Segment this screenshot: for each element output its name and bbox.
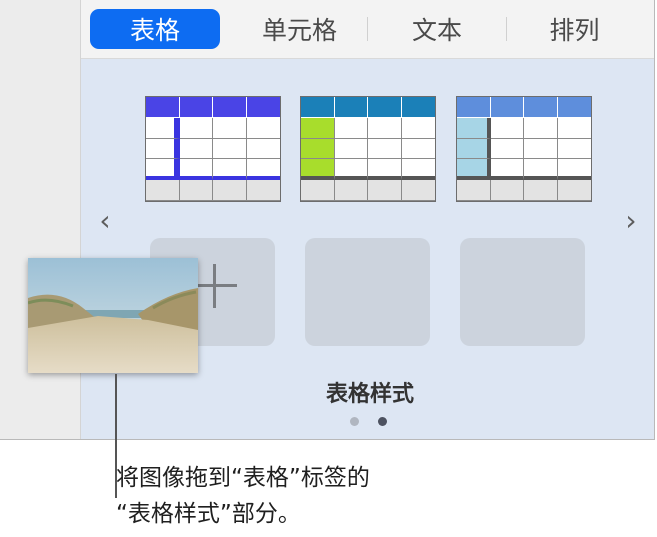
table-style-cell bbox=[524, 180, 558, 201]
table-style-cell bbox=[179, 117, 213, 139]
table-style-cell bbox=[524, 117, 558, 139]
table-style-cell bbox=[246, 139, 280, 160]
table-style-cell bbox=[246, 97, 280, 118]
table-style-cell bbox=[301, 159, 335, 181]
table-style-cell bbox=[246, 118, 280, 139]
tab-text[interactable]: 文本 bbox=[368, 9, 506, 49]
table-style-cell bbox=[524, 159, 558, 181]
table-style-cell bbox=[557, 118, 591, 139]
table-style-cell bbox=[179, 180, 213, 201]
table-style-cell bbox=[524, 97, 558, 118]
table-style-cell bbox=[457, 117, 491, 139]
table-style-teal-green[interactable] bbox=[300, 96, 436, 202]
table-style-cell bbox=[457, 159, 491, 181]
table-style-cell bbox=[457, 138, 491, 160]
table-style-cell bbox=[213, 97, 247, 118]
table-style-cell bbox=[301, 138, 335, 160]
tab-arrange[interactable]: 排列 bbox=[507, 9, 642, 49]
table-style-cell bbox=[179, 159, 213, 181]
table-style-cell bbox=[490, 117, 524, 139]
table-style-cell bbox=[557, 97, 591, 118]
table-styles-label: 表格样式 bbox=[325, 382, 414, 407]
table-style-cell bbox=[368, 97, 402, 118]
table-style-cell bbox=[524, 138, 558, 160]
table-style-cell bbox=[334, 138, 368, 160]
table-style-cell bbox=[368, 138, 402, 160]
dragged-beach-photo[interactable] bbox=[28, 258, 198, 373]
table-style-cell bbox=[246, 180, 280, 201]
table-style-cell bbox=[146, 97, 180, 118]
page-dot-1[interactable] bbox=[350, 417, 359, 426]
table-style-cell bbox=[146, 117, 180, 139]
table-style-cell bbox=[334, 97, 368, 118]
page-dot-2-current[interactable] bbox=[378, 417, 387, 426]
table-style-cell bbox=[490, 159, 524, 181]
custom-style-slot-3[interactable] bbox=[460, 238, 585, 346]
table-style-cell bbox=[146, 159, 180, 181]
table-style-cell bbox=[213, 180, 247, 201]
table-style-cell bbox=[179, 97, 213, 118]
table-style-cell bbox=[334, 180, 368, 201]
add-style-plus-icon bbox=[193, 264, 237, 308]
table-style-cell bbox=[557, 180, 591, 201]
table-style-cell bbox=[368, 117, 402, 139]
table-style-cell bbox=[401, 159, 435, 181]
table-style-cell bbox=[246, 159, 280, 181]
table-style-light-blue[interactable] bbox=[456, 96, 592, 202]
table-style-cell bbox=[146, 138, 180, 160]
tab-table[interactable]: 表格 bbox=[90, 9, 220, 49]
table-style-cell bbox=[334, 117, 368, 139]
table-style-cell bbox=[301, 97, 335, 118]
previous-arrow-icon[interactable]: ‹ bbox=[95, 206, 115, 236]
table-style-cell bbox=[179, 138, 213, 160]
table-style-cell bbox=[146, 180, 180, 201]
format-tabs: 表格 单元格 文本 排列 bbox=[90, 9, 642, 49]
table-style-cell bbox=[401, 139, 435, 160]
table-style-cell bbox=[334, 159, 368, 181]
table-style-cell bbox=[368, 180, 402, 201]
table-style-cell bbox=[368, 159, 402, 181]
table-style-cell bbox=[213, 138, 247, 160]
next-arrow-icon[interactable]: › bbox=[621, 206, 641, 236]
table-style-cell bbox=[401, 180, 435, 201]
left-sidebar-strip bbox=[0, 0, 81, 439]
table-style-cell bbox=[490, 138, 524, 160]
table-style-cell bbox=[457, 97, 491, 118]
table-style-cell bbox=[490, 180, 524, 201]
callout-text: 将图像拖到“表格”标签的 “表格样式”部分。 bbox=[116, 460, 536, 532]
table-style-blue[interactable] bbox=[145, 96, 281, 202]
table-style-cell bbox=[557, 139, 591, 160]
table-style-cell bbox=[301, 180, 335, 201]
callout-line-2: “表格样式”部分。 bbox=[116, 501, 301, 527]
table-style-cell bbox=[213, 117, 247, 139]
table-style-cell bbox=[457, 180, 491, 201]
table-style-cell bbox=[301, 117, 335, 139]
table-style-cell bbox=[557, 159, 591, 181]
table-style-cell bbox=[401, 118, 435, 139]
table-style-cell bbox=[401, 97, 435, 118]
callout-line-1: 将图像拖到“表格”标签的 bbox=[116, 465, 370, 491]
beach-photo-image bbox=[28, 258, 198, 373]
custom-style-slot-2[interactable] bbox=[305, 238, 430, 346]
table-style-cell bbox=[213, 159, 247, 181]
tab-cell[interactable]: 单元格 bbox=[232, 9, 367, 49]
table-style-cell bbox=[490, 97, 524, 118]
